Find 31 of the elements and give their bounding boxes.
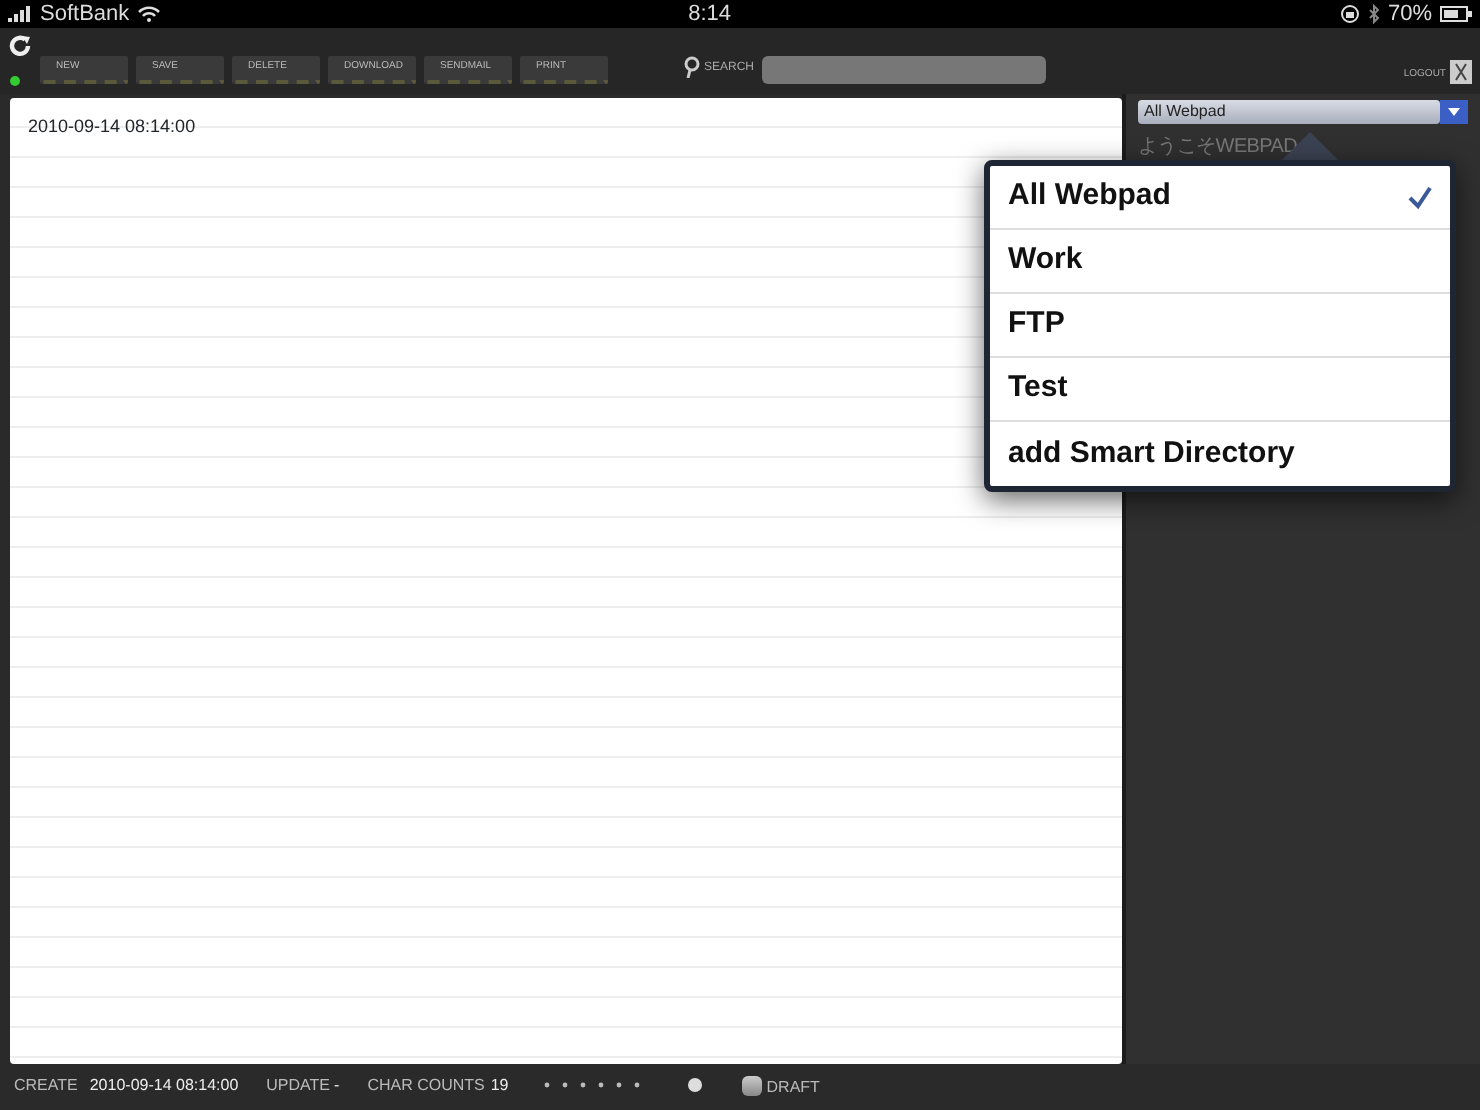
page-dots-drawing [544,1082,645,1088]
editor-text: 2010-09-14 08:14:00 [28,116,196,136]
signal-icon [8,6,32,22]
update-value: - [334,1073,340,1097]
search-icon [684,56,700,78]
welcome-text: ようこそWEBPAD [1138,134,1298,162]
directory-option[interactable]: Test [990,358,1450,422]
status-dot-icon [10,76,20,86]
char-count-label: CHAR COUNTS [367,1073,485,1097]
draft-checkbox[interactable] [742,1075,763,1095]
char-count-value: 19 [490,1073,509,1097]
rotation-lock-icon [1339,4,1360,24]
directory-option[interactable]: All Webpad [990,166,1450,230]
create-date: 2010-09-14 08:14:00 [89,1073,239,1097]
update-label: UPDATE [266,1073,331,1097]
wifi-icon [137,6,160,22]
battery-percent: 70% [1387,0,1432,30]
indicator-icon [688,1078,703,1092]
logout-icon[interactable] [1450,60,1472,84]
clock-time: 8:14 [688,0,732,30]
directory-option[interactable]: FTP [990,294,1450,358]
directory-select[interactable]: All Webpad [1138,100,1440,124]
create-label: CREATE [14,1073,78,1097]
carrier-name: SoftBank [40,0,130,30]
refresh-icon[interactable] [8,34,32,58]
draft-label: DRAFT [766,1076,820,1100]
bluetooth-icon [1367,4,1380,24]
search-field[interactable] [762,56,1047,84]
battery-icon [1440,6,1472,22]
directory-option[interactable]: Work [990,230,1450,294]
directory-option[interactable]: add Smart Directory [990,422,1450,486]
